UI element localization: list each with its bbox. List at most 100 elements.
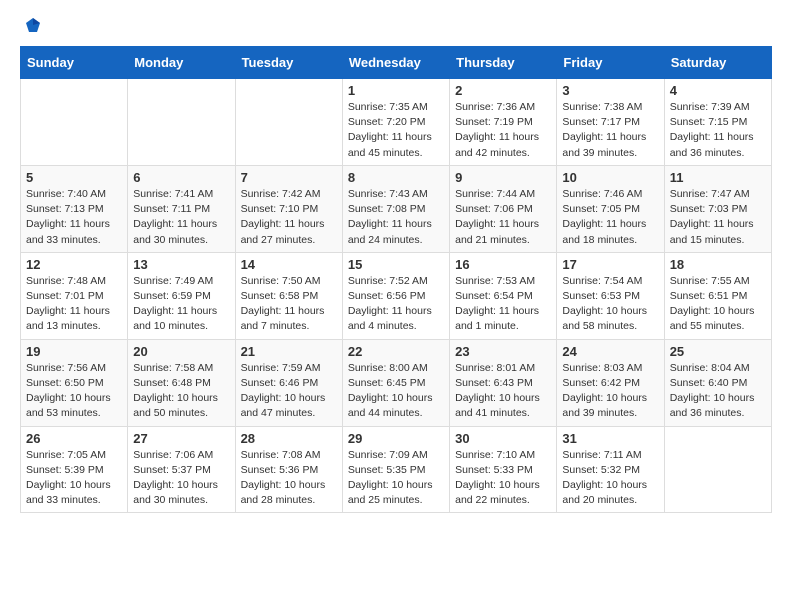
day-number: 16 (455, 257, 551, 272)
weekday-header-row: SundayMondayTuesdayWednesdayThursdayFrid… (21, 47, 772, 79)
day-number: 28 (241, 431, 337, 446)
day-number: 19 (26, 344, 122, 359)
calendar-cell: 6Sunrise: 7:41 AM Sunset: 7:11 PM Daylig… (128, 165, 235, 252)
day-number: 24 (562, 344, 658, 359)
calendar-cell: 17 Sunrise: 7:54 AM Sunset: 6:53 PM Dayli… (557, 252, 664, 339)
weekday-header-thursday: Thursday (450, 47, 557, 79)
day-info: Sunrise: 7:54 AM Sunset: 6:53 PM Dayligh… (562, 274, 658, 335)
day-number: 5 (26, 170, 122, 185)
day-number: 23 (455, 344, 551, 359)
calendar-cell: 3 Sunrise: 7:38 AM Sunset: 7:17 PM Daylig… (557, 79, 664, 166)
day-info: Sunrise: 7:56 AM Sunset: 6:50 PM Dayligh… (26, 361, 122, 422)
calendar-cell: 5Sunrise: 7:40 AM Sunset: 7:13 PM Daylig… (21, 165, 128, 252)
calendar-cell: 24 Sunrise: 8:03 AM Sunset: 6:42 PM Dayli… (557, 339, 664, 426)
weekday-header-friday: Friday (557, 47, 664, 79)
day-number: 17 (562, 257, 658, 272)
day-number: 1 (348, 83, 444, 98)
day-info: Sunrise: 7:42 AM Sunset: 7:10 PM Dayligh… (241, 187, 337, 248)
calendar-cell: 1 Sunrise: 7:35 AM Sunset: 7:20 PM Daylig… (342, 79, 449, 166)
calendar-cell (128, 79, 235, 166)
calendar-cell: 2 Sunrise: 7:36 AM Sunset: 7:19 PM Daylig… (450, 79, 557, 166)
page: SundayMondayTuesdayWednesdayThursdayFrid… (0, 0, 792, 533)
day-info: Sunrise: 7:10 AM Sunset: 5:33 PM Dayligh… (455, 448, 551, 509)
calendar-cell: 31 Sunrise: 7:11 AM Sunset: 5:32 PM Dayli… (557, 426, 664, 513)
day-info: Sunrise: 7:58 AM Sunset: 6:48 PM Dayligh… (133, 361, 229, 422)
calendar-cell: 27Sunrise: 7:06 AM Sunset: 5:37 PM Dayli… (128, 426, 235, 513)
day-number: 4 (670, 83, 766, 98)
day-number: 31 (562, 431, 658, 446)
calendar-cell: 21 Sunrise: 7:59 AM Sunset: 6:46 PM Dayli… (235, 339, 342, 426)
weekday-header-wednesday: Wednesday (342, 47, 449, 79)
day-number: 13 (133, 257, 229, 272)
calendar-row-4: 26 Sunrise: 7:05 AM Sunset: 5:39 PM Dayli… (21, 426, 772, 513)
day-info: Sunrise: 8:04 AM Sunset: 6:40 PM Dayligh… (670, 361, 766, 422)
logo-flag-icon (24, 16, 42, 34)
calendar-cell (664, 426, 771, 513)
day-info: Sunrise: 7:59 AM Sunset: 6:46 PM Dayligh… (241, 361, 337, 422)
day-info: Sunrise: 7:36 AM Sunset: 7:19 PM Dayligh… (455, 100, 551, 161)
weekday-header-sunday: Sunday (21, 47, 128, 79)
day-number: 25 (670, 344, 766, 359)
calendar-cell: 8Sunrise: 7:43 AM Sunset: 7:08 PM Daylig… (342, 165, 449, 252)
day-info: Sunrise: 7:53 AM Sunset: 6:54 PM Dayligh… (455, 274, 551, 335)
calendar-cell: 28 Sunrise: 7:08 AM Sunset: 5:36 PM Dayli… (235, 426, 342, 513)
day-number: 8 (348, 170, 444, 185)
day-info: Sunrise: 8:03 AM Sunset: 6:42 PM Dayligh… (562, 361, 658, 422)
day-info: Sunrise: 7:11 AM Sunset: 5:32 PM Dayligh… (562, 448, 658, 509)
day-number: 3 (562, 83, 658, 98)
day-number: 10 (562, 170, 658, 185)
calendar-cell (235, 79, 342, 166)
calendar-cell: 30 Sunrise: 7:10 AM Sunset: 5:33 PM Dayli… (450, 426, 557, 513)
day-info: Sunrise: 7:41 AM Sunset: 7:11 PM Dayligh… (133, 187, 229, 248)
day-number: 14 (241, 257, 337, 272)
calendar-cell: 23 Sunrise: 8:01 AM Sunset: 6:43 PM Dayli… (450, 339, 557, 426)
weekday-header-monday: Monday (128, 47, 235, 79)
day-info: Sunrise: 7:55 AM Sunset: 6:51 PM Dayligh… (670, 274, 766, 335)
weekday-header-saturday: Saturday (664, 47, 771, 79)
day-info: Sunrise: 7:05 AM Sunset: 5:39 PM Dayligh… (26, 448, 122, 509)
day-info: Sunrise: 8:00 AM Sunset: 6:45 PM Dayligh… (348, 361, 444, 422)
calendar-cell: 4Sunrise: 7:39 AM Sunset: 7:15 PM Daylig… (664, 79, 771, 166)
day-info: Sunrise: 7:47 AM Sunset: 7:03 PM Dayligh… (670, 187, 766, 248)
day-number: 2 (455, 83, 551, 98)
day-number: 12 (26, 257, 122, 272)
calendar-cell: 9 Sunrise: 7:44 AM Sunset: 7:06 PM Daylig… (450, 165, 557, 252)
calendar-cell: 29 Sunrise: 7:09 AM Sunset: 5:35 PM Dayli… (342, 426, 449, 513)
calendar-cell: 12Sunrise: 7:48 AM Sunset: 7:01 PM Dayli… (21, 252, 128, 339)
calendar-cell: 7 Sunrise: 7:42 AM Sunset: 7:10 PM Daylig… (235, 165, 342, 252)
day-number: 9 (455, 170, 551, 185)
day-number: 7 (241, 170, 337, 185)
header (20, 16, 772, 34)
day-number: 20 (133, 344, 229, 359)
day-number: 21 (241, 344, 337, 359)
day-number: 29 (348, 431, 444, 446)
day-info: Sunrise: 7:09 AM Sunset: 5:35 PM Dayligh… (348, 448, 444, 509)
calendar-cell: 10 Sunrise: 7:46 AM Sunset: 7:05 PM Dayli… (557, 165, 664, 252)
calendar-cell: 15 Sunrise: 7:52 AM Sunset: 6:56 PM Dayli… (342, 252, 449, 339)
day-info: Sunrise: 7:08 AM Sunset: 5:36 PM Dayligh… (241, 448, 337, 509)
calendar-cell: 11 Sunrise: 7:47 AM Sunset: 7:03 PM Dayli… (664, 165, 771, 252)
day-number: 30 (455, 431, 551, 446)
calendar-cell: 19 Sunrise: 7:56 AM Sunset: 6:50 PM Dayli… (21, 339, 128, 426)
day-info: Sunrise: 7:38 AM Sunset: 7:17 PM Dayligh… (562, 100, 658, 161)
day-number: 26 (26, 431, 122, 446)
calendar-cell: 22 Sunrise: 8:00 AM Sunset: 6:45 PM Dayli… (342, 339, 449, 426)
day-number: 22 (348, 344, 444, 359)
day-info: Sunrise: 7:35 AM Sunset: 7:20 PM Dayligh… (348, 100, 444, 161)
calendar-cell (21, 79, 128, 166)
day-info: Sunrise: 7:52 AM Sunset: 6:56 PM Dayligh… (348, 274, 444, 335)
calendar-cell: 16 Sunrise: 7:53 AM Sunset: 6:54 PM Dayli… (450, 252, 557, 339)
calendar-row-1: 5Sunrise: 7:40 AM Sunset: 7:13 PM Daylig… (21, 165, 772, 252)
day-info: Sunrise: 8:01 AM Sunset: 6:43 PM Dayligh… (455, 361, 551, 422)
day-number: 27 (133, 431, 229, 446)
day-info: Sunrise: 7:46 AM Sunset: 7:05 PM Dayligh… (562, 187, 658, 248)
calendar-row-3: 19 Sunrise: 7:56 AM Sunset: 6:50 PM Dayli… (21, 339, 772, 426)
day-info: Sunrise: 7:49 AM Sunset: 6:59 PM Dayligh… (133, 274, 229, 335)
calendar: SundayMondayTuesdayWednesdayThursdayFrid… (20, 46, 772, 513)
day-number: 11 (670, 170, 766, 185)
day-info: Sunrise: 7:44 AM Sunset: 7:06 PM Dayligh… (455, 187, 551, 248)
weekday-header-tuesday: Tuesday (235, 47, 342, 79)
day-number: 15 (348, 257, 444, 272)
logo (20, 16, 44, 34)
calendar-cell: 13 Sunrise: 7:49 AM Sunset: 6:59 PM Dayli… (128, 252, 235, 339)
